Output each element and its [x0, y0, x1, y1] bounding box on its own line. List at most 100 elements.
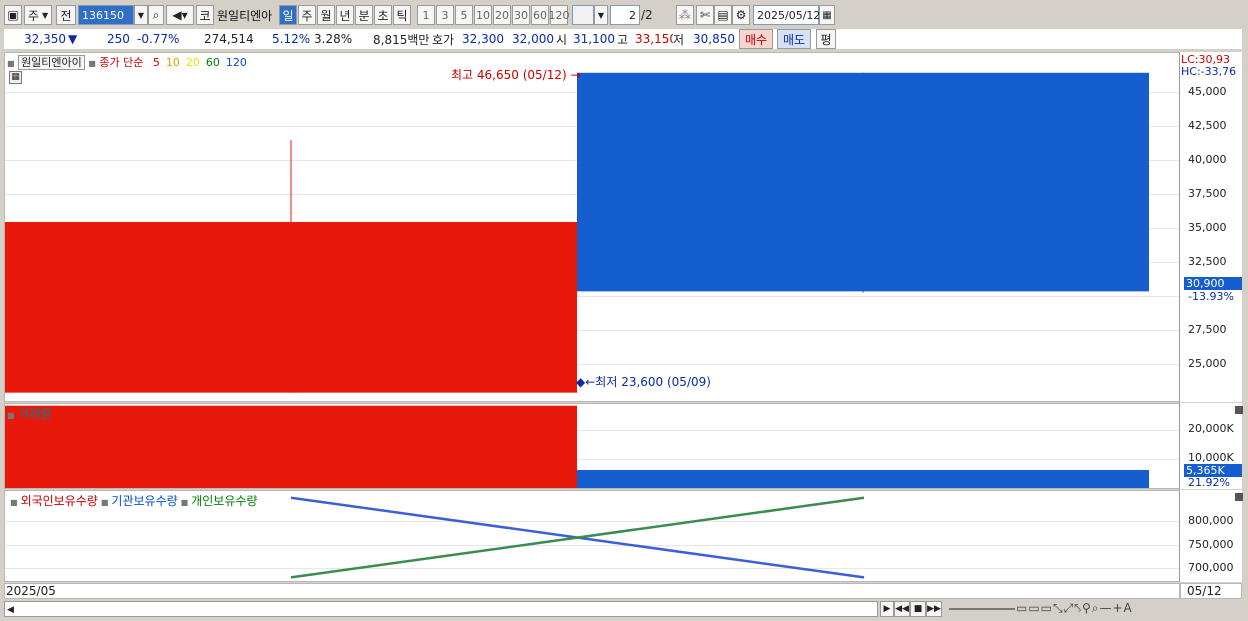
arrow-left-icon: ◆← — [576, 375, 596, 389]
market-label: 주 — [27, 8, 39, 23]
search-icon[interactable]: ⌕ — [148, 5, 164, 25]
volume-title: ■ 거래량 — [7, 407, 52, 421]
period-button[interactable]: 초 — [374, 5, 392, 25]
volume-chart[interactable] — [5, 404, 1179, 488]
interval-button[interactable]: 1 — [417, 5, 435, 25]
stock-tag[interactable]: 원일티엔아이 — [18, 55, 85, 70]
save-icon[interactable]: ▤ — [714, 5, 732, 25]
legend-label[interactable]: 외국인보유수량 — [21, 494, 98, 508]
scope-button[interactable]: 전 — [56, 5, 76, 25]
horizontal-scrollbar[interactable]: ◀ — [4, 601, 878, 617]
eval-button[interactable]: 평 — [816, 29, 836, 49]
interval-button[interactable]: 20 — [493, 5, 511, 25]
stock-name: 원일티엔아 — [217, 9, 273, 23]
code-input[interactable]: 136150 — [78, 5, 134, 25]
calculator-icon[interactable]: ▦ — [9, 71, 22, 84]
interval-button[interactable]: 5 — [455, 5, 473, 25]
price-tick: 42,500 — [1188, 119, 1227, 132]
ma-legend: ■ 원일티엔아이 ■ 종가 단순 5 10 20 60 120 — [7, 55, 247, 70]
interval-button[interactable]: 3 — [436, 5, 454, 25]
interval-input[interactable] — [572, 5, 594, 25]
price-panel: ■ 원일티엔아이 ■ 종가 단순 5 10 20 60 120 ▦ 최고 46,650 … — [4, 52, 1180, 402]
type-button[interactable]: 코 — [196, 5, 214, 25]
current-pct: -13.93% — [1188, 290, 1234, 303]
stop-icon[interactable]: ■ — [910, 601, 926, 617]
volume-tick: 20,000K — [1188, 422, 1234, 435]
high-label: 고 — [617, 29, 629, 49]
holding-axis: 800,000 750,000 700,000 — [1179, 490, 1243, 582]
period-button[interactable]: 일 — [279, 5, 297, 25]
interval-button[interactable]: 30 — [512, 5, 530, 25]
quote-rate1: 5.12% — [272, 29, 311, 49]
x-axis-end: 05/12 — [1187, 584, 1222, 598]
legend-marker: ■ — [100, 498, 109, 507]
ask-label: 호가 — [432, 29, 455, 49]
interval-button[interactable]: 60 — [531, 5, 549, 25]
page-input[interactable]: 2 — [610, 5, 640, 25]
price-tick: 35,000 — [1188, 221, 1227, 234]
quote-change: 250 — [107, 29, 130, 49]
zoom-slider[interactable] — [949, 608, 1015, 610]
interval-button[interactable]: 10 — [474, 5, 492, 25]
volume-axis: 20,000K 10,000K 5,365K 21.92% — [1179, 403, 1243, 489]
quote-amount: 8,815백만 — [373, 29, 430, 49]
link-icon[interactable]: ⁂ — [676, 5, 694, 25]
bid-value: 32,000 — [512, 29, 554, 49]
candle-body — [5, 221, 577, 393]
high-note: 최고 46,650 (05/12) → — [451, 68, 581, 82]
price-tick: 27,500 — [1188, 323, 1227, 336]
ma-period: 5 — [152, 56, 160, 69]
holding-tick: 750,000 — [1188, 538, 1234, 551]
legend-marker: ■ — [180, 498, 189, 507]
price-tick: 37,500 — [1188, 187, 1227, 200]
volume-bar — [5, 405, 577, 488]
code-dropdown-icon[interactable]: ▼ — [134, 5, 148, 25]
buy-button[interactable]: 매수 — [739, 29, 773, 49]
high-value: 33,150 — [635, 29, 677, 49]
window-layout-icon[interactable]: ▣ — [4, 5, 22, 25]
tool-icons[interactable]: ▭▭▭⤡⤢⤣⚲⌕—+A — [1016, 601, 1133, 616]
date-input[interactable]: 2025/05/12 — [753, 5, 820, 25]
speaker-icon[interactable]: ◀▾ — [166, 5, 194, 25]
market-select[interactable]: 주 ▼ — [24, 5, 52, 25]
calendar-icon[interactable]: ▦ — [819, 5, 835, 25]
holding-panel: ■ 외국인보유수량 ■ 기관보유수량 ■ 개인보유수량 — [4, 490, 1180, 582]
fast-forward-icon[interactable]: ▶▶ — [926, 601, 942, 617]
legend-label[interactable]: 개인보유수량 — [191, 494, 257, 508]
ma-period: 20 — [185, 56, 200, 69]
legend-label[interactable]: 기관보유수량 — [111, 494, 177, 508]
period-button[interactable]: 틱 — [393, 5, 411, 25]
page-total: /2 — [641, 8, 653, 22]
period-button[interactable]: 주 — [298, 5, 316, 25]
price-tick: 45,000 — [1188, 85, 1227, 98]
period-button[interactable]: 분 — [355, 5, 373, 25]
ma-period: 120 — [225, 56, 247, 69]
period-button[interactable]: 월 — [317, 5, 335, 25]
ma-period: 10 — [165, 56, 180, 69]
down-arrow-icon: ▼ — [68, 32, 78, 46]
arrow-right-icon: → — [570, 68, 581, 82]
volume-panel: ■ 거래량 — [4, 403, 1180, 489]
low-value: 30,850 — [693, 29, 735, 49]
low-note: ◆←최저 23,600 (05/09) — [576, 375, 711, 389]
quote-rate2: 3.28% — [314, 29, 353, 49]
price-tick: 25,000 — [1188, 357, 1227, 370]
price-chart[interactable] — [5, 53, 1179, 401]
panel-close-icon[interactable] — [1235, 406, 1243, 414]
open-label: 시 — [556, 29, 568, 49]
holding-tick: 800,000 — [1188, 514, 1234, 527]
ma-label: 종가 단순 — [99, 56, 144, 69]
gear-icon[interactable]: ⚙ — [732, 5, 750, 25]
scroll-right-icon[interactable]: ▶ — [880, 601, 894, 617]
volume-pct: 21.92% — [1188, 476, 1230, 489]
sell-button[interactable]: 매도 — [777, 29, 811, 49]
panel-close-icon[interactable] — [1235, 493, 1243, 501]
chart-window: { "toolbar": { "market": "주", "scope": "… — [0, 0, 1248, 621]
tools-icon[interactable]: ✄ — [696, 5, 714, 25]
period-button[interactable]: 년 — [336, 5, 354, 25]
rewind-icon[interactable]: ◀◀ — [894, 601, 910, 617]
interval-button[interactable]: 120 — [549, 5, 570, 25]
chevron-down-icon[interactable]: ▼ — [594, 5, 608, 25]
quote-price: 32,350 ▼ — [24, 29, 78, 49]
hc-label: HC:-33,76 — [1181, 65, 1237, 78]
